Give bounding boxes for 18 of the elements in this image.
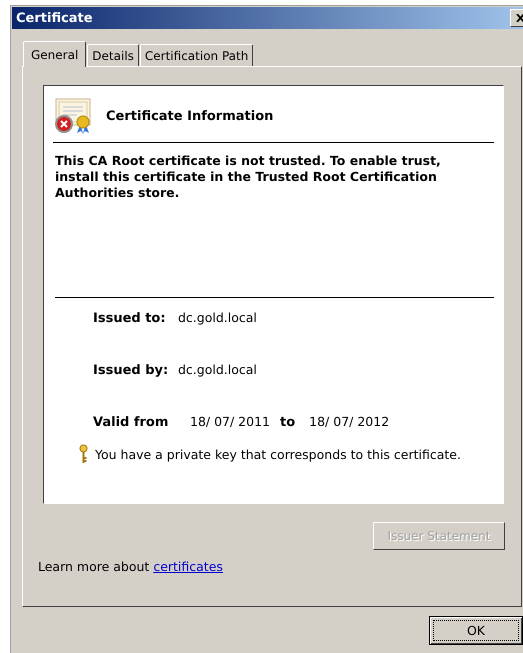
- date-value: 18/ 07/ 2011: [190, 414, 270, 429]
- trust-message: This CA Root certificate is not trusted. To enable trust, install this certificate in the Trusted Root Certification Authorities store.: [55, 153, 441, 200]
- private-key-note: You have a private key that corresponds to this certificate.: [95, 446, 461, 462]
- field-label: Issued by:: [93, 363, 170, 378]
- tab[interactable]: Certification Path: [140, 44, 254, 66]
- tab[interactable]: Details: [87, 44, 139, 66]
- field-label: to: [280, 415, 296, 430]
- learn-more-text: Learn more about: [38, 559, 150, 574]
- certificates-link[interactable]: certificates: [153, 559, 223, 574]
- section-heading: Certificate Information: [106, 108, 274, 124]
- field-value: dc.gold.local: [178, 310, 257, 325]
- field-label: Valid from: [93, 415, 170, 430]
- ok-button[interactable]: OK: [429, 616, 523, 645]
- window-title: Certificate: [16, 10, 93, 26]
- tab[interactable]: General: [23, 41, 86, 67]
- date-value: 18/ 07/ 2012: [309, 414, 390, 429]
- field-value: dc.gold.local: [178, 362, 257, 377]
- field-label: Issued to:: [93, 311, 167, 326]
